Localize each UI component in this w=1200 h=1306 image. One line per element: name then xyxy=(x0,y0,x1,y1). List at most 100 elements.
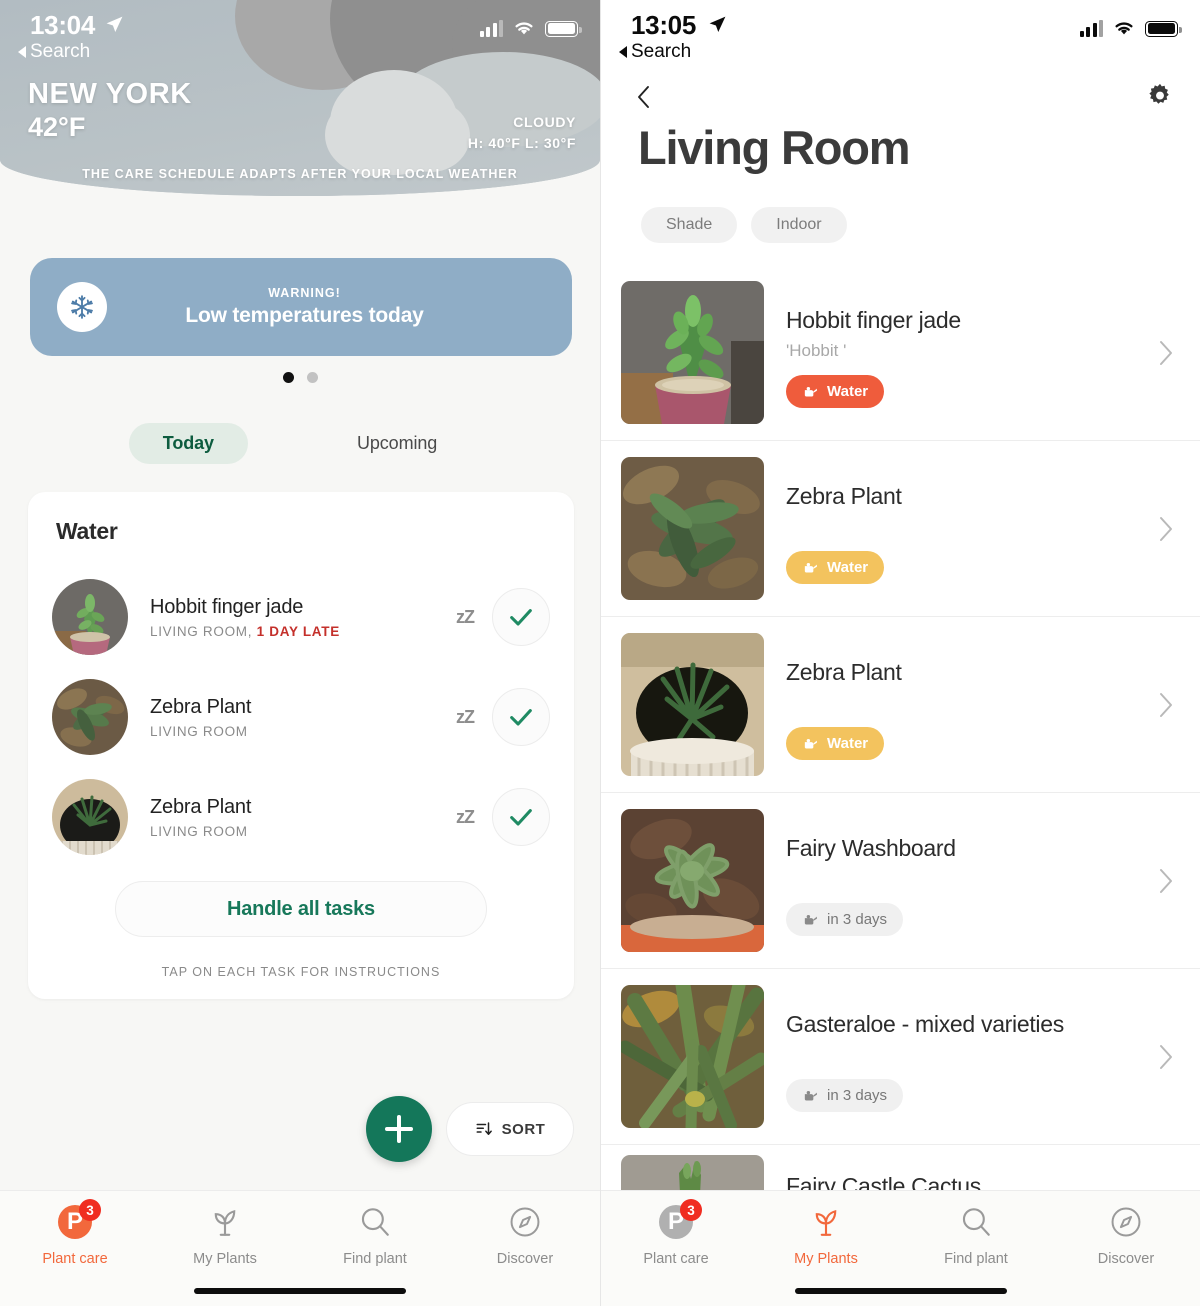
add-plant-fab[interactable] xyxy=(366,1096,432,1162)
row-chevron[interactable] xyxy=(1153,515,1179,543)
tabbar-divider xyxy=(601,1190,1200,1191)
water-task-card: Water Hobbit finger jade LIVING ROOM, 1 … xyxy=(28,492,574,999)
battery-icon xyxy=(1145,20,1182,37)
tab-today[interactable]: Today xyxy=(128,423,248,464)
plant-row[interactable]: Gasteraloe - mixed varieties in 3 days xyxy=(601,969,1200,1145)
tab-plant-care[interactable]: P 3 Plant care xyxy=(0,1199,150,1267)
task-complete-button[interactable] xyxy=(492,688,550,746)
task-row[interactable]: Zebra Plant LIVING ROOM zZ xyxy=(28,667,574,767)
tab-label: Discover xyxy=(496,1251,554,1267)
settings-button[interactable] xyxy=(1140,76,1180,116)
chip-indoor[interactable]: Indoor xyxy=(751,207,847,243)
tab-label: Find plant xyxy=(944,1251,1008,1267)
bottom-tab-bar: P 3 Plant care My Plants Find plant Disc… xyxy=(0,1190,600,1306)
watering-can-icon xyxy=(804,738,817,749)
warning-kicker: WARNING! xyxy=(268,286,341,300)
plant-row[interactable]: Hobbit finger jade 'Hobbit ' Water xyxy=(601,265,1200,441)
sort-descending-icon xyxy=(476,1122,492,1135)
plant-variety: 'Hobbit ' xyxy=(786,341,847,360)
compass-icon xyxy=(508,1202,542,1242)
page-title: Living Room xyxy=(638,121,911,174)
condition-label: CLOUDY xyxy=(513,114,576,130)
plant-thumbnail xyxy=(52,579,128,655)
row-chevron[interactable] xyxy=(1153,1043,1179,1071)
room-attribute-chips: Shade Indoor xyxy=(641,207,847,243)
location-arrow-icon xyxy=(106,16,123,33)
chip-shade[interactable]: Shade xyxy=(641,207,738,243)
tab-label: Plant care xyxy=(42,1251,108,1267)
snooze-button[interactable]: zZ xyxy=(456,807,475,828)
battery-icon xyxy=(545,20,582,37)
seedling-icon xyxy=(809,1202,843,1242)
plant-thumbnail xyxy=(52,779,128,855)
status-back-to-search[interactable]: Search xyxy=(18,41,90,63)
tab-find-plant[interactable]: Find plant xyxy=(300,1202,450,1267)
plant-info: Hobbit finger jade 'Hobbit ' Water xyxy=(786,281,1153,424)
task-room: LIVING ROOM, xyxy=(150,623,257,639)
handle-all-tasks-button[interactable]: Handle all tasks xyxy=(115,881,487,937)
tab-find-plant[interactable]: Find plant xyxy=(901,1202,1051,1267)
p-logo: P 3 xyxy=(659,1199,702,1239)
tab-my-plants[interactable]: My Plants xyxy=(751,1202,901,1267)
snooze-button[interactable]: zZ xyxy=(456,707,475,728)
task-info: Hobbit finger jade LIVING ROOM, 1 DAY LA… xyxy=(150,596,456,639)
wifi-icon xyxy=(1115,22,1133,35)
weather-note: THE CARE SCHEDULE ADAPTS AFTER YOUR LOCA… xyxy=(82,167,518,181)
care-badge[interactable]: Water xyxy=(786,727,885,760)
task-row[interactable]: Hobbit finger jade LIVING ROOM, 1 DAY LA… xyxy=(28,567,574,667)
back-button[interactable] xyxy=(625,78,663,116)
task-row[interactable]: Zebra Plant LIVING ROOM zZ xyxy=(28,767,574,867)
snooze-button[interactable]: zZ xyxy=(456,607,475,628)
sort-button[interactable]: SORT xyxy=(446,1102,574,1156)
seedling-icon xyxy=(208,1202,242,1242)
tab-label: Plant care xyxy=(643,1251,709,1267)
task-info: Zebra Plant LIVING ROOM xyxy=(150,696,456,739)
plant-photo xyxy=(621,985,764,1128)
chevron-right-icon xyxy=(1160,692,1172,717)
chevron-right-icon xyxy=(1160,1044,1172,1069)
back-triangle-icon xyxy=(619,46,627,58)
care-badge[interactable]: in 3 days xyxy=(786,903,904,936)
plant-info: Gasteraloe - mixed varieties in 3 days xyxy=(786,985,1153,1128)
row-chevron[interactable] xyxy=(1153,867,1179,895)
snowflake-icon xyxy=(57,282,107,332)
status-bar: 13:04 Search xyxy=(0,0,600,66)
tab-plant-care[interactable]: P 3 Plant care xyxy=(601,1199,751,1267)
status-back-to-search[interactable]: Search xyxy=(619,41,691,63)
plantcare-logo-icon: P 3 xyxy=(659,1199,702,1242)
row-chevron[interactable] xyxy=(1153,339,1179,367)
task-late-label: 1 DAY LATE xyxy=(256,623,340,639)
plantcare-logo-icon: P 3 xyxy=(58,1199,101,1242)
plant-row[interactable]: Zebra Plant Water xyxy=(601,617,1200,793)
compass-icon xyxy=(1109,1202,1143,1242)
task-complete-button[interactable] xyxy=(492,788,550,846)
weather-city: NEW YORK xyxy=(28,78,192,110)
plant-name: Zebra Plant xyxy=(786,483,902,509)
care-badge-label: Water xyxy=(827,383,869,400)
carousel-dot[interactable] xyxy=(306,372,318,383)
cellular-signal-icon xyxy=(479,20,503,37)
tab-discover[interactable]: Discover xyxy=(1051,1202,1200,1267)
carousel-dots[interactable] xyxy=(0,372,600,383)
carousel-dot-active[interactable] xyxy=(282,372,294,383)
tab-my-plants[interactable]: My Plants xyxy=(150,1202,300,1267)
plant-row[interactable]: Fairy Washboard in 3 days xyxy=(601,793,1200,969)
tab-discover[interactable]: Discover xyxy=(450,1202,600,1267)
notification-badge: 3 xyxy=(680,1199,702,1221)
plant-care-screen: NEW YORK 42°F CLOUDY H: 40°F L: 30°F THE… xyxy=(0,0,600,1306)
row-chevron[interactable] xyxy=(1153,691,1179,719)
weather-warning-card[interactable]: WARNING! Low temperatures today xyxy=(30,258,572,356)
my-plants-room-screen: 13:05 Search Living Room Shade Indoor Ho… xyxy=(600,0,1200,1306)
check-icon xyxy=(510,809,532,826)
check-icon xyxy=(510,609,532,626)
plant-info: Fairy Washboard in 3 days xyxy=(786,809,1153,952)
care-badge[interactable]: in 3 days xyxy=(786,1079,904,1112)
care-badge[interactable]: Water xyxy=(786,375,885,408)
task-complete-button[interactable] xyxy=(492,588,550,646)
tab-upcoming[interactable]: Upcoming xyxy=(323,423,471,464)
home-indicator xyxy=(194,1288,406,1294)
plant-row[interactable]: Zebra Plant Water xyxy=(601,441,1200,617)
care-badge[interactable]: Water xyxy=(786,551,885,584)
task-meta: LIVING ROOM xyxy=(150,723,248,739)
weather-condition: CLOUDY H: 40°F L: 30°F xyxy=(468,112,576,154)
